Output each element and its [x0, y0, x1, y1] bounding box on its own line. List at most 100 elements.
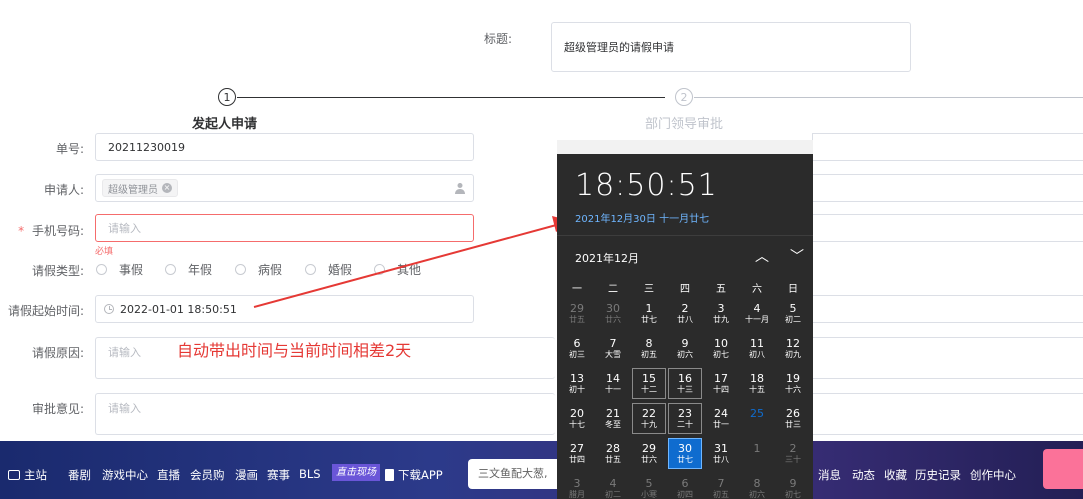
calendar-day[interactable]: 25: [740, 403, 774, 434]
day-number: 5: [645, 477, 653, 490]
calendar-day[interactable]: 14 十一: [596, 368, 630, 399]
nav-favorites[interactable]: 收藏: [884, 467, 907, 483]
day-number: 10: [714, 337, 728, 350]
lunar-date: 廿四: [569, 455, 585, 464]
calendar-day[interactable]: 29 廿六: [632, 438, 666, 469]
search-placeholder: 三文鱼配大葱,: [478, 467, 548, 480]
calendar-day[interactable]: 24 廿一: [704, 403, 738, 434]
lunar-date: 廿三: [785, 420, 801, 429]
nav-manga[interactable]: 漫画: [235, 467, 258, 483]
nav-game-center[interactable]: 游戏中心: [102, 467, 148, 483]
calendar-day[interactable]: 21 冬至: [596, 403, 630, 434]
tv-icon: [8, 470, 20, 480]
nav-anime[interactable]: 番剧: [68, 467, 91, 483]
nav-messages[interactable]: 消息: [818, 467, 841, 483]
lunar-date: 廿六: [605, 315, 621, 324]
calendar-day[interactable]: 7 初五: [704, 473, 738, 499]
calendar-day[interactable]: 8 初五: [632, 333, 666, 364]
day-number: 27: [570, 442, 584, 455]
calendar-day[interactable]: 5 小寒: [632, 473, 666, 499]
nav-creator-center[interactable]: 创作中心: [970, 467, 1016, 483]
day-number: 3: [573, 477, 581, 490]
lunar-date: 三十: [785, 455, 801, 464]
calendar-day[interactable]: 9 初七: [776, 473, 810, 499]
calendar-date[interactable]: 2021年12月30日 十一月廿七: [575, 210, 709, 225]
calendar-month[interactable]: 2021年12月: [575, 250, 639, 266]
day-number: 1: [753, 442, 761, 455]
day-number: 2: [681, 302, 689, 315]
lunar-date: 初二: [605, 490, 621, 499]
lunar-date: 初八: [749, 350, 765, 359]
weekday-header: 五: [716, 284, 726, 295]
calendar-time: 18:50:51: [575, 168, 718, 203]
chevron-down-icon[interactable]: ﹀: [790, 246, 804, 266]
nav-home[interactable]: 主站: [8, 467, 47, 483]
calendar-day[interactable]: 30 廿六: [596, 298, 630, 329]
calendar-day[interactable]: 7 大雪: [596, 333, 630, 364]
calendar-day[interactable]: 6 初三: [560, 333, 594, 364]
nav-dynamics[interactable]: 动态: [852, 467, 875, 483]
lunar-date: 廿五: [569, 315, 585, 324]
day-number: 9: [789, 477, 797, 490]
calendar-day[interactable]: 5 初二: [776, 298, 810, 329]
bottom-search-input[interactable]: 三文鱼配大葱,: [468, 459, 560, 489]
calendar-day[interactable]: 8 初六: [740, 473, 774, 499]
calendar-day[interactable]: 4 十一月: [740, 298, 774, 329]
day-number: 16: [678, 372, 692, 385]
weekday-header: 三: [644, 284, 654, 295]
weekday-header: 六: [752, 284, 762, 295]
lunar-date: 十五: [749, 385, 765, 394]
calendar-day[interactable]: 3 腊月: [560, 473, 594, 499]
nav-member-shop[interactable]: 会员购: [190, 467, 225, 483]
calendar-day[interactable]: 2 廿八: [668, 298, 702, 329]
calendar-popup: 18:50:51 2021年12月30日 十一月廿七 2021年12月 ︿ ﹀ …: [557, 140, 813, 499]
calendar-day[interactable]: 18 十五: [740, 368, 774, 399]
calendar-day[interactable]: 15 十二: [632, 368, 666, 399]
lunar-date: 十七: [569, 420, 585, 429]
calendar-day[interactable]: 26 廿三: [776, 403, 810, 434]
calendar-day[interactable]: 28 廿五: [596, 438, 630, 469]
calendar-day[interactable]: 23 二十: [668, 403, 702, 434]
calendar-day[interactable]: 27 廿四: [560, 438, 594, 469]
nav-history[interactable]: 历史记录: [915, 467, 961, 483]
chevron-up-icon[interactable]: ︿: [755, 246, 769, 266]
calendar-day[interactable]: 4 初二: [596, 473, 630, 499]
calendar-day[interactable]: 13 初十: [560, 368, 594, 399]
day-number: 29: [642, 442, 656, 455]
nav-download[interactable]: 下载APP: [385, 467, 443, 483]
calendar-day[interactable]: 10 初七: [704, 333, 738, 364]
day-number: 30: [606, 302, 620, 315]
nav-esports[interactable]: 赛事: [267, 467, 290, 483]
nav-live[interactable]: 直播: [157, 467, 180, 483]
calendar-day[interactable]: 11 初八: [740, 333, 774, 364]
lunar-date: 廿九: [713, 315, 729, 324]
lunar-date: 廿八: [713, 455, 729, 464]
calendar-day[interactable]: 16 十三: [668, 368, 702, 399]
lunar-date: 初六: [677, 350, 693, 359]
day-number: 8: [753, 477, 761, 490]
day-number: 7: [609, 337, 617, 350]
calendar-day[interactable]: 31 廿八: [704, 438, 738, 469]
day-number: 13: [570, 372, 584, 385]
calendar-day[interactable]: 20 十七: [560, 403, 594, 434]
calendar-day[interactable]: 29 廿五: [560, 298, 594, 329]
day-number: 29: [570, 302, 584, 315]
calendar-day[interactable]: 6 初四: [668, 473, 702, 499]
lunar-date: 十四: [713, 385, 729, 394]
calendar-day[interactable]: 1 廿七: [632, 298, 666, 329]
lunar-date: 廿八: [677, 315, 693, 324]
calendar-day[interactable]: 17 十四: [704, 368, 738, 399]
calendar-day[interactable]: 22 十九: [632, 403, 666, 434]
nav-badge[interactable]: 直击现场: [332, 464, 380, 481]
upload-button[interactable]: [1043, 449, 1083, 489]
calendar-day[interactable]: 1: [740, 438, 774, 469]
calendar-day[interactable]: 9 初六: [668, 333, 702, 364]
calendar-day[interactable]: 3 廿九: [704, 298, 738, 329]
calendar-day[interactable]: 30 廿七: [668, 438, 702, 469]
lunar-date: 十六: [785, 385, 801, 394]
calendar-day[interactable]: 2 三十: [776, 438, 810, 469]
calendar-day[interactable]: 19 十六: [776, 368, 810, 399]
day-number: 1: [645, 302, 653, 315]
calendar-day[interactable]: 12 初九: [776, 333, 810, 364]
nav-bls[interactable]: BLS: [299, 467, 321, 481]
